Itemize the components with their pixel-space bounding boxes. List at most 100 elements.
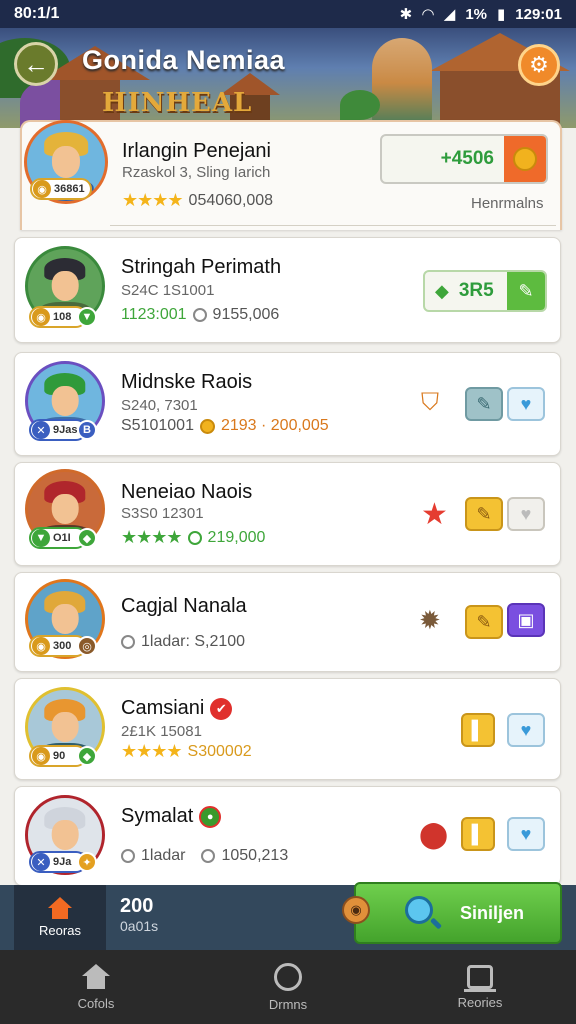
player-subtitle: S24C 1S1001 [121, 282, 215, 299]
rank-label: Henrmalns [471, 195, 544, 212]
spiked-gem-icon: ✹ [419, 605, 441, 635]
price-tag[interactable]: ◆ 3R5 ✎ [423, 270, 547, 312]
list-item[interactable]: ▼ O1I ◆ Neneiao Naois S3S0 12301 ★★★★ 21… [14, 462, 561, 566]
level-value: 9Ja [53, 856, 72, 868]
heart-icon: ♥ [520, 393, 532, 414]
settings-button[interactable]: ⚙ [518, 44, 560, 86]
coin-icon [513, 147, 537, 171]
player-stats: S5101001 2193 · 200,005 [121, 417, 329, 435]
coin-icon: ◉ [32, 308, 50, 326]
stat-value: 1123:001 [121, 306, 187, 323]
item-count-label: 0a01s [120, 918, 159, 934]
clock-icon [192, 308, 207, 322]
player-stats: ★★★★ 219,000 [121, 527, 265, 548]
nav-recent[interactable]: Reories [415, 964, 545, 1010]
nav-center-label: Drmns [268, 996, 308, 1012]
heart-icon: ♥ [520, 503, 532, 524]
list-item[interactable]: ◉ 108 ▼ Stringah Perimath S24C 1S1001 11… [14, 237, 561, 343]
emblem-icon: ⛉ [421, 389, 439, 416]
player-name-text: Camsiani [121, 697, 205, 719]
level-value: 90 [53, 750, 66, 762]
bottom-nav: Cofols Drmns Reories [0, 950, 576, 1024]
coin-icon: ◉ [342, 896, 370, 924]
signal-icon: ◢ [443, 6, 456, 23]
list-item[interactable]: ✕ 9Jas B Midnske Raois S240, 7301 S51010… [14, 352, 561, 456]
select-button[interactable]: ▌ [461, 817, 495, 851]
home-icon [47, 897, 73, 919]
potion-icon: ⬤ [419, 819, 449, 849]
select-button[interactable]: ♥ [507, 387, 545, 421]
page-title: Gonida Nemiaa [82, 45, 286, 75]
player-stats: ★★★★ S300002 [121, 741, 252, 762]
badge-icon: ● [199, 805, 222, 828]
level-badge: ◉ 90 ◆ [29, 745, 97, 767]
sword-icon: ✕ [32, 853, 50, 871]
recent-icon [464, 964, 496, 992]
player-name: Camsiani ✔ [121, 697, 233, 720]
player-name: Cagjal Nanala [121, 595, 247, 617]
select-button[interactable]: ♥ [507, 497, 545, 531]
level-value: 300 [53, 640, 72, 652]
back-button[interactable]: ← [14, 42, 58, 86]
divider [110, 225, 556, 226]
tab-home[interactable]: Reoras [14, 885, 106, 950]
player-stats: 1ladar 1050,213 [121, 847, 288, 865]
battery-icon: ▮ [497, 6, 506, 23]
list-item[interactable]: ◉ 90 ◆ Camsiani ✔ 2£1K 15081 ★★★★ S30000… [14, 678, 561, 780]
star-rating: ★★★★ [121, 527, 183, 547]
star-rating: ★★★★ [122, 190, 184, 210]
clock-icon [121, 849, 135, 863]
level-value: 108 [53, 311, 72, 323]
circle-icon [274, 962, 302, 991]
player-name: Stringah Perimath [121, 256, 282, 278]
inspect-button[interactable]: ✎ [465, 387, 503, 421]
favorite-button[interactable]: ♥ [507, 817, 545, 851]
nav-home-label: Cofols [77, 995, 115, 1011]
player-name: Neneiao Naois [121, 481, 253, 503]
bar-icon: ▌ [471, 823, 485, 844]
player-stats: ★★★★ 054060,008 [122, 190, 273, 211]
select-button[interactable]: ▌ [461, 713, 495, 747]
list-item[interactable]: ✕ 9Ja ✦ Symalat ● 1ladar 1050,213 ⬤ ▌ ♥ [14, 786, 561, 886]
coin-icon [199, 418, 215, 434]
edit-button[interactable]: ✎ [507, 272, 545, 310]
stat-value: 1ladar [141, 847, 186, 864]
box-icon: ▣ [517, 609, 535, 630]
arrow-left-icon: ← [23, 48, 49, 79]
edit-button[interactable]: ✎ [465, 605, 503, 639]
level-value: 9Jas [53, 424, 78, 436]
share-button[interactable]: ▣ [507, 603, 545, 637]
character-figure-decoration [372, 38, 432, 128]
featured-player-card[interactable]: ◉ 36861 Irlangin Penejani Rzaskol 3, Sli… [20, 120, 562, 230]
level-badge: ▼ O1I ◆ [29, 527, 97, 549]
player-subtitle: 2£1K 15081 [121, 723, 202, 740]
player-subtitle: Rzaskol 3, Sling Iarich [122, 164, 271, 181]
player-name: Irlangin Penejani [122, 140, 271, 162]
nav-home[interactable]: Cofols [31, 963, 161, 1011]
pencil-icon: ✎ [476, 503, 492, 524]
tab-home-label: Reoras [39, 923, 81, 938]
clock-icon [187, 530, 202, 545]
price-tag[interactable]: +4506 [380, 134, 548, 184]
coin-icon: ◉ [32, 637, 50, 655]
search-button[interactable]: Siniljen [354, 882, 562, 944]
buy-coin-button[interactable] [504, 136, 546, 182]
player-subtitle: S3S0 12301 [121, 505, 204, 522]
stat-value-secondary: 9155,006 [212, 306, 280, 323]
nav-center[interactable]: Drmns [223, 962, 353, 1012]
stat-value: S5101001 [121, 417, 194, 434]
level-badge: ◉ 36861 [30, 178, 92, 200]
favorite-button[interactable]: ♥ [507, 713, 545, 747]
pencil-icon: ✎ [476, 611, 492, 632]
price-value: +4506 [440, 148, 494, 169]
header-banner [0, 28, 576, 128]
list-item[interactable]: ◉ 300 ◎ Cagjal Nanala 1ladar: S,2100 ✹ ✎… [14, 572, 561, 672]
level-badge: ◉ 300 ◎ [29, 635, 97, 657]
level-badge: ✕ 9Ja ✦ [29, 851, 97, 873]
pin-icon: ✎ [476, 393, 492, 414]
level-value: 36861 [54, 183, 85, 195]
search-button-label: Siniljen [459, 902, 524, 923]
edit-button[interactable]: ✎ [465, 497, 503, 531]
level-badge: ✕ 9Jas B [29, 419, 97, 441]
bluetooth-icon: ✱ [399, 6, 413, 23]
